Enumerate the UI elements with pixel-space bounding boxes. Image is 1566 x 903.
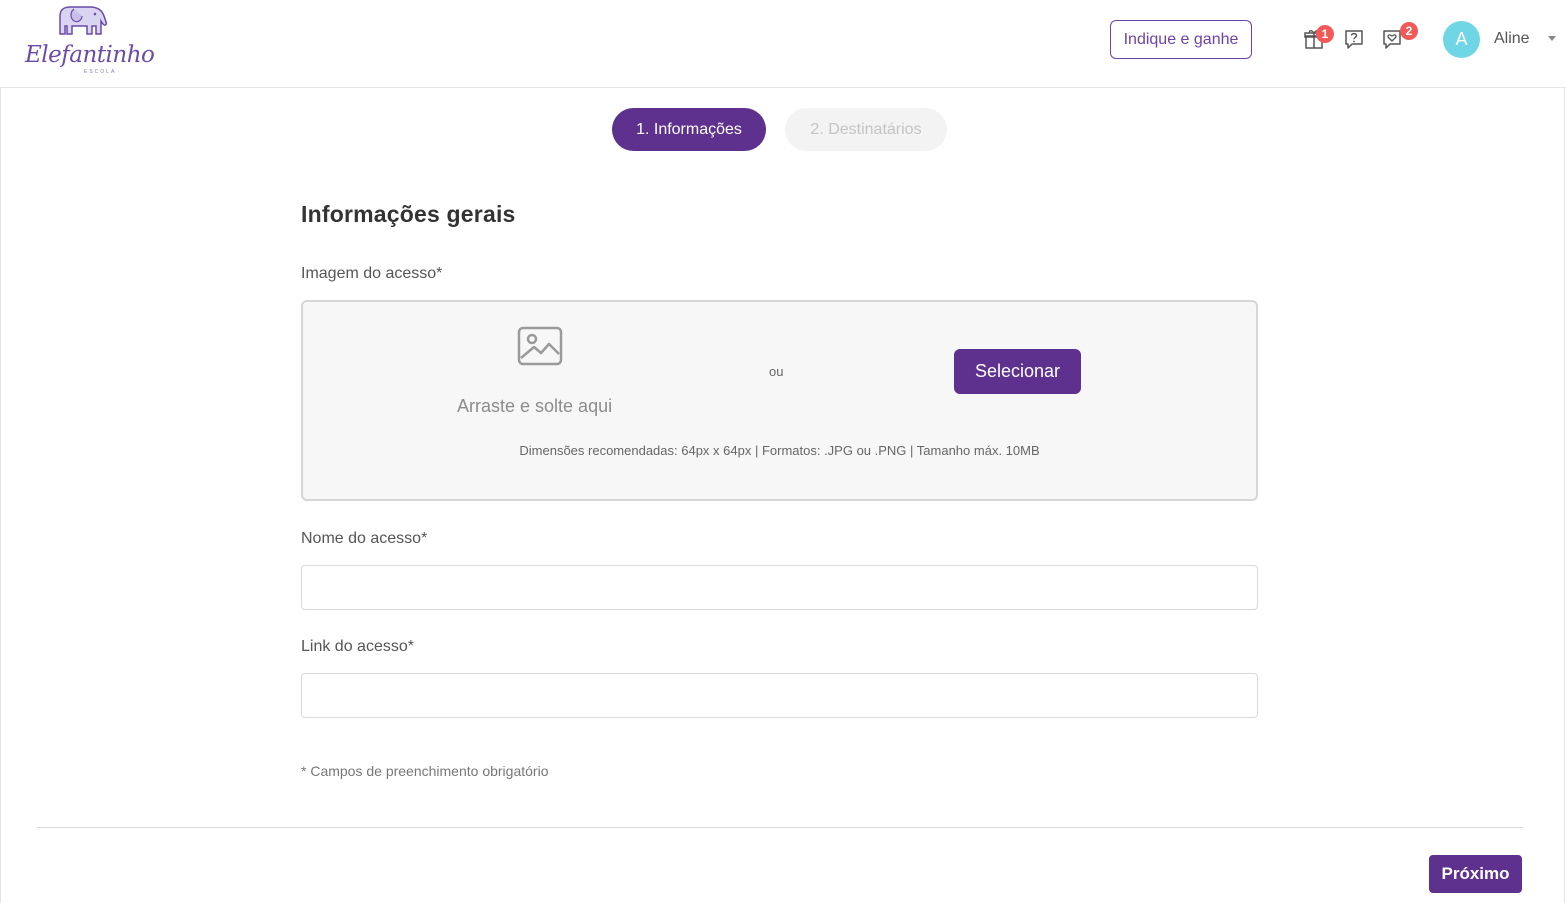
- image-requirements-hint: Dimensões recomendadas: 64px x 64px | Fo…: [519, 443, 1040, 458]
- name-field-label: Nome do acesso*: [301, 530, 428, 547]
- required-fields-note: * Campos de preenchimento obrigatório: [301, 763, 549, 779]
- link-field-label: Link do acesso*: [301, 638, 414, 655]
- top-header: Elefantinho ESCOLA Indique e ganhe 1 2 A…: [0, 0, 1566, 88]
- logo-text: Elefantinho: [25, 42, 155, 68]
- image-icon: [517, 326, 563, 366]
- image-field-label: Imagem do acesso*: [301, 265, 443, 282]
- refer-and-earn-button[interactable]: Indique e ganhe: [1110, 20, 1252, 59]
- select-image-button[interactable]: Selecionar: [954, 349, 1081, 394]
- access-name-input[interactable]: [301, 565, 1258, 610]
- gift-badge: 1: [1316, 25, 1334, 43]
- elephant-logo-icon: [59, 6, 107, 35]
- next-button[interactable]: Próximo: [1429, 855, 1522, 893]
- help-button[interactable]: [1343, 28, 1365, 50]
- step-destinatarios[interactable]: 2. Destinatários: [785, 108, 947, 151]
- question-chat-icon: [1345, 30, 1363, 49]
- access-link-input[interactable]: [301, 673, 1258, 718]
- school-logo[interactable]: Elefantinho ESCOLA: [22, 4, 155, 78]
- step-informacoes[interactable]: 1. Informações: [612, 108, 766, 151]
- content-border-left: [0, 88, 1, 903]
- content-border-right: [1564, 88, 1565, 903]
- gift-button[interactable]: 1: [1303, 25, 1334, 50]
- footer-divider: [37, 827, 1523, 828]
- section-title: Informações gerais: [301, 201, 516, 227]
- messages-badge: 2: [1400, 22, 1418, 40]
- user-avatar[interactable]: A: [1443, 21, 1480, 58]
- logo-subtext: ESCOLA: [84, 69, 117, 75]
- chevron-down-icon[interactable]: [1548, 36, 1556, 41]
- or-text: ou: [769, 364, 784, 379]
- user-name[interactable]: Aline: [1494, 30, 1530, 48]
- image-dropzone[interactable]: [301, 300, 1258, 501]
- drag-drop-text: Arraste e solte aqui: [457, 396, 613, 416]
- messages-button[interactable]: 2: [1381, 22, 1418, 50]
